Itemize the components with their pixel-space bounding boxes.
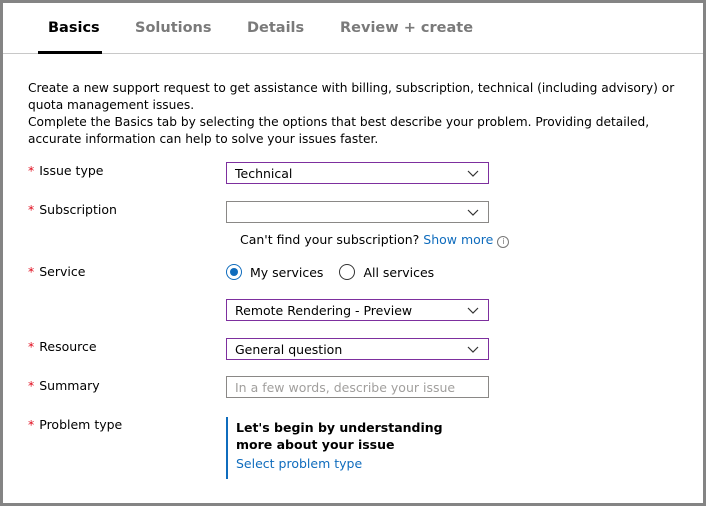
required-marker: * (28, 378, 35, 393)
service-dropdown[interactable]: Remote Rendering - Preview (226, 299, 489, 321)
active-tab-indicator (38, 51, 102, 54)
radio-my-services[interactable]: My services (226, 264, 323, 280)
issue-type-dropdown[interactable]: Technical (226, 162, 489, 184)
support-request-window: Basics Solutions Details Review + create… (3, 3, 703, 503)
tab-solutions[interactable]: Solutions (135, 20, 212, 36)
resource-value: General question (235, 342, 343, 357)
issue-type-value: Technical (235, 166, 293, 181)
summary-input[interactable]: In a few words, describe your issue (226, 376, 489, 398)
required-marker: * (28, 339, 35, 354)
problem-type-title: Let's begin by understanding more about … (236, 420, 443, 452)
intro-line-2: Complete the Basics tab by selecting the… (28, 115, 650, 146)
select-problem-type-link[interactable]: Select problem type (236, 456, 486, 471)
summary-label-text: Summary (39, 378, 100, 393)
chevron-down-icon (467, 346, 479, 353)
resource-label: * Resource (28, 339, 97, 354)
tab-basics[interactable]: Basics (48, 20, 100, 36)
resource-label-text: Resource (39, 339, 97, 354)
subscription-hint: Can't find your subscription? Show more i (240, 232, 510, 248)
radio-all-services[interactable]: All services (339, 264, 434, 280)
required-marker: * (28, 417, 35, 432)
summary-placeholder: In a few words, describe your issue (235, 380, 456, 395)
tab-bar: Basics Solutions Details Review + create (3, 3, 703, 54)
info-icon[interactable]: i (497, 236, 510, 248)
radio-checked-icon[interactable] (226, 264, 242, 280)
required-marker: * (28, 264, 35, 279)
required-marker: * (28, 163, 35, 178)
radio-my-services-label: My services (250, 264, 324, 280)
issue-type-label-text: Issue type (39, 163, 104, 178)
tab-details[interactable]: Details (247, 20, 304, 36)
subscription-dropdown[interactable] (226, 201, 489, 223)
radio-all-services-label: All services (363, 264, 435, 280)
summary-label: * Summary (28, 378, 100, 393)
intro-line-1: Create a new support request to get assi… (28, 81, 675, 112)
resource-dropdown[interactable]: General question (226, 338, 489, 360)
show-more-link[interactable]: Show more (423, 232, 493, 247)
subscription-label: * Subscription (28, 202, 117, 217)
tab-review-create[interactable]: Review + create (340, 20, 473, 36)
chevron-down-icon (467, 209, 479, 216)
issue-type-label: * Issue type (28, 163, 103, 178)
service-value: Remote Rendering - Preview (235, 303, 413, 318)
required-marker: * (28, 202, 35, 217)
subscription-label-text: Subscription (39, 202, 117, 217)
chevron-down-icon (467, 170, 479, 177)
service-label: * Service (28, 264, 85, 279)
service-label-text: Service (39, 264, 86, 279)
subscription-hint-text: Can't find your subscription? (240, 232, 420, 247)
problem-type-panel: Let's begin by understanding more about … (226, 417, 486, 479)
radio-unchecked-icon[interactable] (339, 264, 356, 280)
service-radio-group: My services All services (226, 264, 446, 283)
problem-type-label-text: Problem type (39, 417, 123, 432)
intro-text: Create a new support request to get assi… (28, 80, 688, 148)
chevron-down-icon (467, 307, 479, 314)
problem-type-label: * Problem type (28, 417, 122, 432)
